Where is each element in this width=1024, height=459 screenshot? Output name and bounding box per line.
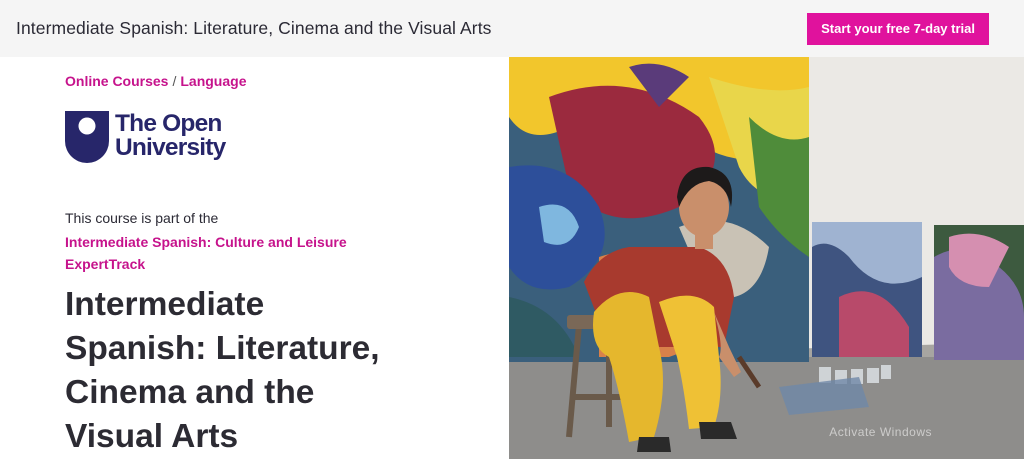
- provider-name: The Open University: [115, 110, 226, 161]
- breadcrumb-online-courses[interactable]: Online Courses: [65, 73, 168, 89]
- open-university-logo[interactable]: The Open University: [65, 111, 255, 163]
- open-university-logo-icon: [65, 111, 109, 163]
- windows-watermark: Activate Windows: [829, 425, 932, 439]
- expert-track-link[interactable]: Intermediate Spanish: Culture and Leisur…: [65, 231, 365, 275]
- breadcrumb: Online Courses / Language: [65, 73, 246, 89]
- painter-studio-illustration: [509, 57, 1024, 459]
- page-header-title: Intermediate Spanish: Literature, Cinema…: [16, 18, 492, 38]
- top-bar: Intermediate Spanish: Literature, Cinema…: [0, 0, 1024, 57]
- course-title: Intermediate Spanish: Literature, Cinema…: [65, 286, 380, 455]
- part-of-text: This course is part of the: [65, 210, 219, 226]
- breadcrumb-separator: /: [172, 73, 177, 89]
- breadcrumb-language[interactable]: Language: [180, 73, 246, 89]
- hero-image: Activate Windows: [509, 57, 1024, 459]
- start-free-trial-button[interactable]: Start your free 7-day trial: [807, 12, 989, 45]
